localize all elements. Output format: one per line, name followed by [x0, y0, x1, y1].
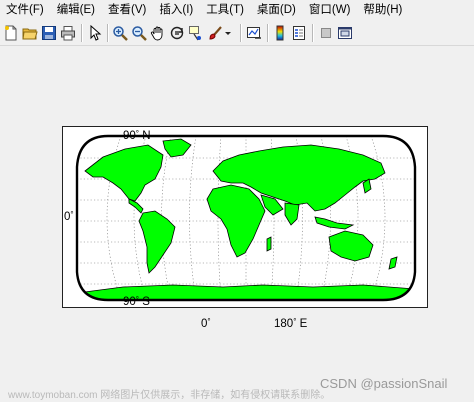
save-disk-icon: [42, 26, 56, 40]
rotate-3d-icon: [170, 26, 184, 40]
menu-desktop[interactable]: 桌面(D): [251, 0, 303, 20]
open-folder-icon: [22, 28, 38, 40]
rotate-3d-button[interactable]: [168, 24, 186, 42]
pan-button[interactable]: [149, 24, 167, 42]
pan-hand-icon: [150, 26, 163, 41]
zoom-out-button[interactable]: [130, 24, 148, 42]
menu-view[interactable]: 查看(V): [102, 0, 153, 20]
degree-symbol: °: [207, 317, 211, 326]
toolbar-separator: [267, 24, 269, 42]
menu-help[interactable]: 帮助(H): [357, 0, 409, 20]
save-figure-button[interactable]: [40, 24, 58, 42]
site-watermark: www.toymoban.com 网络图片仅供展示，非存储，如有侵权请联系删除。: [8, 390, 331, 401]
insert-colorbar-button[interactable]: [271, 24, 289, 42]
lat-label-90s: 90° S: [123, 295, 150, 308]
legend-icon: [293, 26, 305, 40]
zoom-out-icon: [132, 26, 147, 41]
figure-toolbar: [0, 21, 474, 46]
toolbar-separator: [107, 24, 109, 42]
menu-window[interactable]: 窗口(W): [303, 0, 358, 20]
lon-label-0: 0°: [201, 317, 211, 330]
menu-file[interactable]: 文件(F): [0, 0, 51, 20]
lat-label-90s-value: 90: [123, 296, 136, 308]
printer-icon: [61, 26, 75, 41]
menu-edit[interactable]: 编辑(E): [51, 0, 102, 20]
lon-label-180e-value: 180: [274, 318, 294, 330]
link-plot-button[interactable]: [245, 24, 263, 42]
new-figure-button[interactable]: [2, 24, 20, 42]
show-plot-tools-button[interactable]: [336, 24, 354, 42]
lat-label-90n-suffix: N: [142, 130, 151, 142]
data-cursor-button[interactable]: [187, 24, 205, 42]
hide-plot-tools-button[interactable]: [317, 24, 335, 42]
hide-plot-tools-icon: [321, 28, 331, 38]
toolbar-separator: [81, 24, 83, 42]
toolbar-separator: [240, 24, 242, 42]
lat-label-90n: 90° N: [123, 129, 151, 142]
colorbar-icon: [276, 25, 284, 41]
show-plot-tools-icon: [338, 27, 352, 39]
arrow-pointer-icon: [90, 25, 102, 41]
menu-insert[interactable]: 插入(I): [153, 0, 200, 20]
menu-tools[interactable]: 工具(T): [200, 0, 251, 20]
world-map: [75, 134, 417, 302]
degree-symbol: °: [135, 295, 139, 304]
madagascar: [266, 236, 272, 252]
edit-plot-button[interactable]: [86, 24, 104, 42]
lon-label-180e: 180° E: [274, 317, 308, 330]
degree-symbol: °: [293, 317, 297, 326]
zoom-in-button[interactable]: [111, 24, 129, 42]
degree-symbol: °: [135, 129, 139, 138]
menu-bar: 文件(F) 编辑(E) 查看(V) 插入(I) 工具(T) 桌面(D) 窗口(W…: [0, 0, 474, 20]
insert-legend-button[interactable]: [290, 24, 308, 42]
brush-dropdown-button[interactable]: [222, 24, 234, 42]
new-file-icon: [5, 25, 17, 41]
toolbar-separator: [312, 24, 314, 42]
lat-label-90s-suffix: S: [142, 296, 150, 308]
open-file-button[interactable]: [21, 24, 39, 42]
map-axes[interactable]: [62, 126, 428, 308]
lat-label-0: 0°: [64, 210, 74, 223]
chevron-down-icon: [225, 32, 231, 35]
brush-icon: [209, 26, 222, 40]
print-figure-button[interactable]: [59, 24, 77, 42]
lat-label-90n-value: 90: [123, 130, 136, 142]
csdn-watermark: CSDN @passionSnail: [320, 376, 448, 391]
lon-label-180e-suffix: E: [299, 318, 308, 330]
zoom-in-icon: [113, 26, 128, 41]
link-plot-icon: [247, 27, 261, 39]
degree-symbol: °: [70, 210, 74, 219]
data-cursor-icon: [189, 26, 201, 41]
